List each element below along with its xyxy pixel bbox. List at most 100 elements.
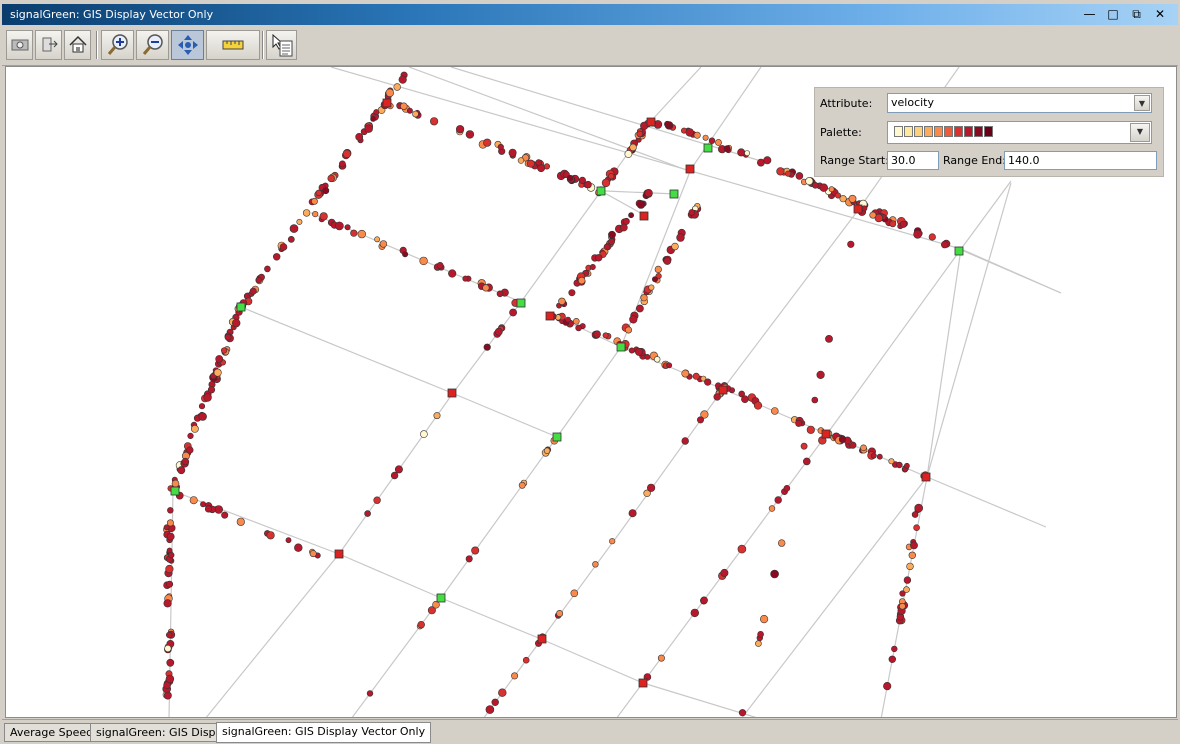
title-bar: signalGreen: GIS Display Vector Only — □…	[2, 4, 1178, 25]
road-segment	[440, 436, 558, 599]
vehicle-point	[914, 503, 924, 513]
tab-average-speed[interactable]: Average Speed	[4, 723, 100, 742]
signal-green-marker	[236, 302, 246, 312]
minimize-icon[interactable]: —	[1080, 6, 1100, 22]
vehicle-point	[819, 183, 828, 192]
road-segment	[650, 67, 702, 122]
vehicle-point	[629, 315, 638, 324]
restore-icon[interactable]: ⧉	[1127, 6, 1147, 22]
palette-swatch	[894, 126, 903, 137]
vehicle-point	[509, 308, 517, 317]
attribute-select[interactable]: velocity ▼	[887, 93, 1152, 113]
vehicle-point	[430, 117, 439, 126]
palette-select[interactable]: ▼	[887, 121, 1152, 144]
vehicle-point	[357, 229, 366, 239]
vehicle-point	[355, 132, 364, 141]
vehicle-point	[891, 645, 898, 653]
vehicle-point	[805, 177, 814, 186]
vehicle-point	[496, 290, 504, 298]
range-start-value: 30.0	[891, 154, 916, 167]
vehicle-point	[166, 532, 175, 541]
vehicle-point	[608, 238, 615, 245]
signal-green-marker	[669, 189, 679, 199]
vehicle-point	[565, 316, 571, 323]
vehicle-point	[400, 102, 408, 110]
vehicle-point	[594, 254, 603, 262]
signal-red-marker	[921, 472, 931, 482]
vehicle-point	[344, 224, 351, 231]
range-end-input[interactable]: 140.0	[1004, 151, 1157, 170]
vehicle-point	[221, 511, 229, 519]
vehicle-point	[508, 148, 517, 157]
chevron-down-icon[interactable]: ▼	[1134, 95, 1150, 111]
vehicle-point	[696, 416, 704, 424]
vehicle-point	[653, 356, 661, 363]
signal-red-marker	[545, 311, 555, 321]
vehicle-point	[364, 124, 373, 133]
range-start-input[interactable]: 30.0	[887, 151, 939, 170]
vehicle-point	[322, 187, 330, 195]
vehicle-point	[517, 157, 525, 164]
pan-button[interactable]	[171, 30, 204, 60]
vehicle-point	[419, 256, 428, 266]
vehicle-point	[776, 167, 785, 176]
home-button[interactable]	[64, 30, 91, 60]
vehicle-point	[906, 562, 914, 571]
vehicle-point	[215, 355, 224, 363]
signal-green-marker	[516, 298, 526, 308]
vehicle-point	[834, 192, 841, 199]
vehicle-point	[777, 539, 786, 547]
tab-gis-display-vector-only[interactable]: signalGreen: GIS Display Vector Only	[216, 722, 432, 743]
road-segment	[620, 388, 724, 532]
vehicle-point	[379, 240, 388, 248]
vehicle-point	[366, 690, 374, 697]
vehicle-point	[266, 531, 275, 540]
vehicle-point	[402, 251, 409, 258]
vehicle-point	[654, 265, 662, 274]
vehicle-point	[657, 654, 665, 662]
close-icon[interactable]: ✕	[1150, 6, 1170, 22]
chevron-down-icon[interactable]: ▼	[1130, 123, 1150, 142]
measure-button[interactable]	[206, 30, 260, 60]
signal-red-marker	[537, 634, 547, 644]
vehicle-point	[770, 569, 779, 579]
vehicle-point	[876, 453, 883, 460]
select-button[interactable]	[266, 30, 297, 60]
vehicle-point	[393, 83, 401, 91]
vehicle-point	[294, 543, 303, 552]
maximize-icon[interactable]: □	[1103, 6, 1123, 22]
vehicle-point	[342, 149, 352, 159]
vehicle-point	[166, 580, 174, 588]
vehicle-point	[847, 240, 855, 248]
tab-bar: Average Speed signalGreen: GIS Display s…	[2, 719, 1178, 744]
zoom-in-button[interactable]	[101, 30, 134, 60]
export-button[interactable]	[35, 30, 62, 60]
vehicle-point	[753, 401, 763, 410]
vehicle-point	[224, 333, 232, 341]
vehicle-point	[648, 284, 655, 291]
vehicle-point	[213, 368, 222, 377]
screenshot-button[interactable]	[6, 30, 33, 60]
road-segment	[960, 180, 1012, 250]
vehicle-point	[609, 538, 616, 545]
road-segment	[926, 476, 1047, 528]
vehicle-point	[166, 631, 173, 639]
vehicle-point	[628, 509, 637, 518]
vehicle-point	[312, 211, 319, 218]
vehicle-point	[575, 324, 582, 332]
vehicle-point	[164, 644, 172, 653]
vehicle-point	[838, 435, 847, 444]
vehicle-point	[608, 173, 615, 180]
vehicle-point	[676, 233, 685, 242]
vehicle-point	[570, 589, 579, 598]
signal-green-marker	[596, 186, 606, 196]
vehicle-point	[558, 297, 566, 305]
vehicle-point	[768, 505, 776, 512]
zoom-out-button[interactable]	[136, 30, 169, 60]
vehicle-point	[903, 586, 910, 593]
vehicle-point	[811, 396, 819, 404]
palette-swatch	[904, 126, 913, 137]
vehicle-point	[186, 446, 194, 454]
vehicle-point	[903, 576, 912, 584]
window-title: signalGreen: GIS Display Vector Only	[10, 8, 214, 21]
